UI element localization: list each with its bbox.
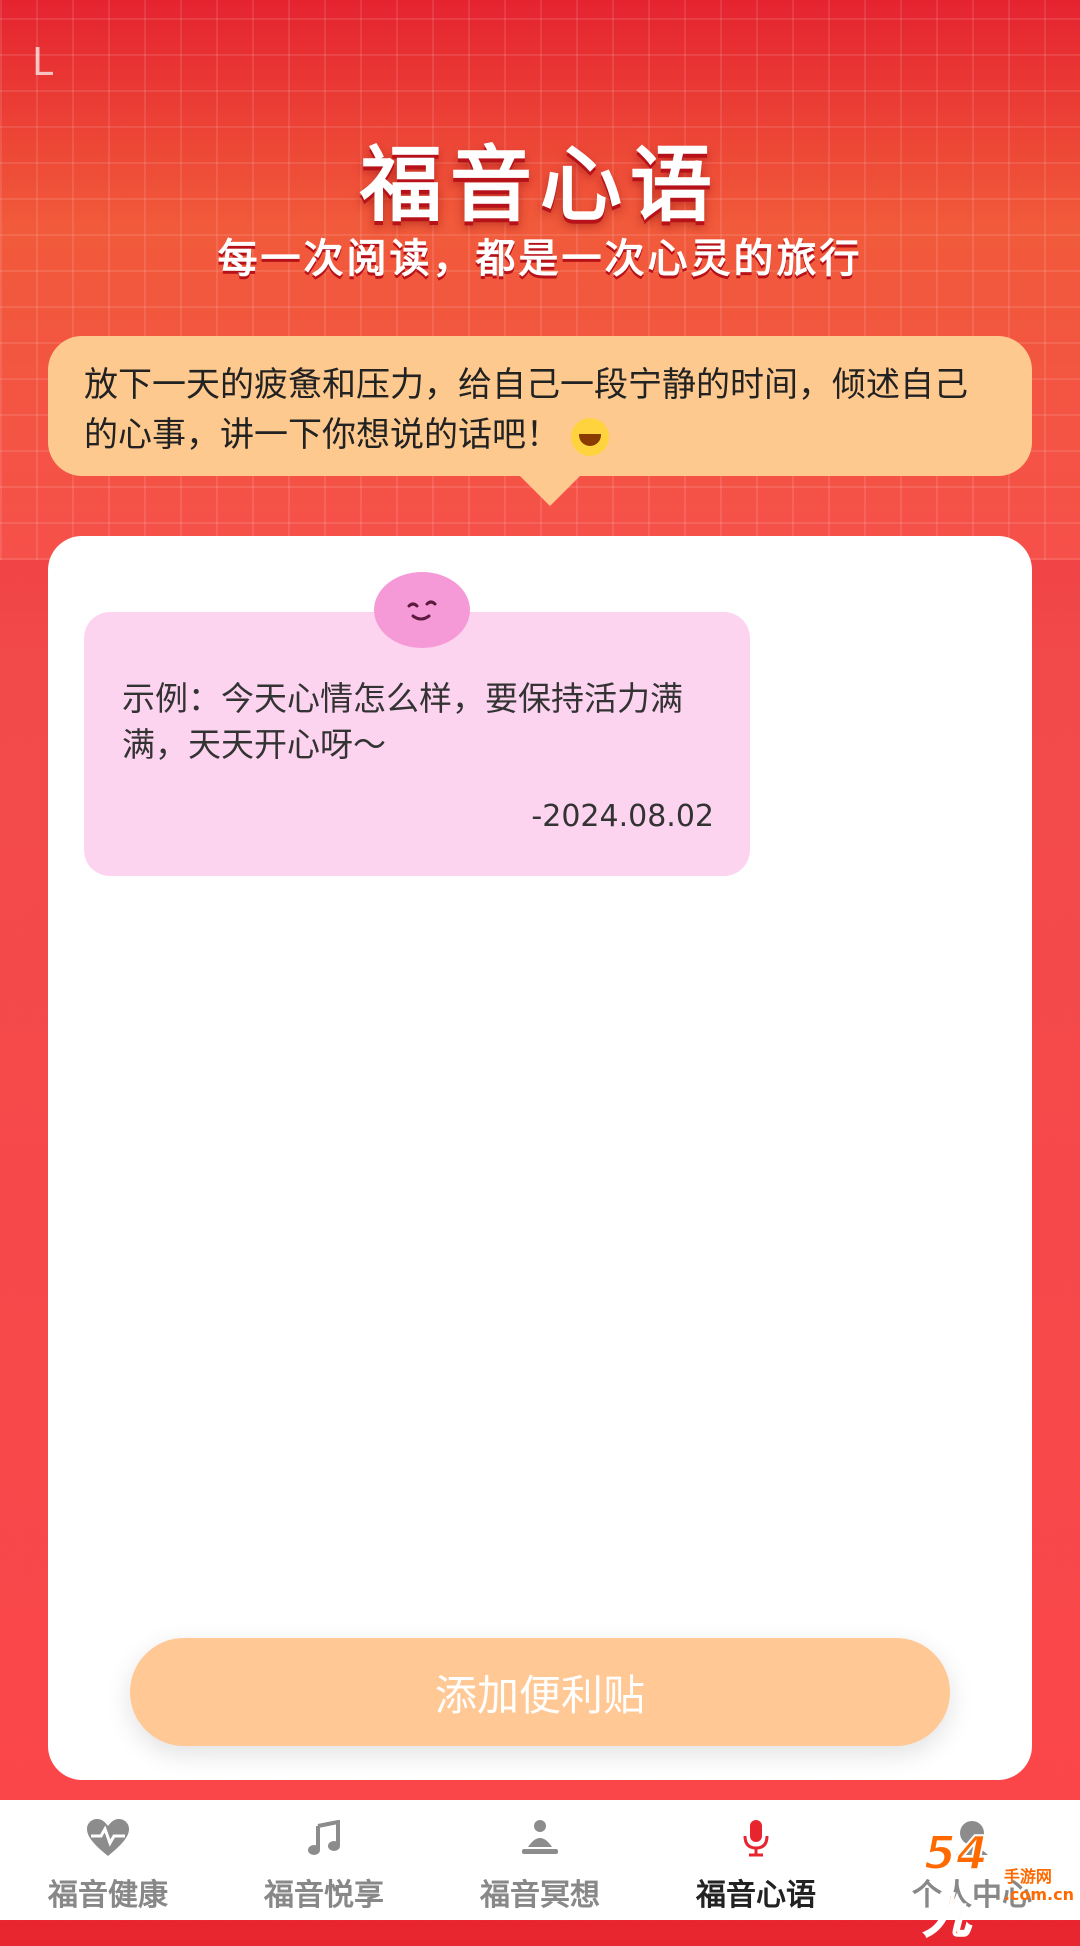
corner-mark: L: [32, 40, 54, 84]
watermark-main: 54九: [923, 1825, 989, 1944]
tab-health[interactable]: 福音健康: [0, 1800, 216, 1920]
prompt-bubble: 放下一天的疲惫和压力，给自己一段宁静的时间，倾述自己的心事，讲一下你想说的话吧！: [48, 336, 1032, 476]
add-sticky-note-button[interactable]: 添加便利贴: [130, 1638, 950, 1746]
page-subtitle: 每一次阅读，都是一次心灵的旅行: [217, 236, 863, 282]
tab-label: 福音心语: [696, 1878, 816, 1913]
smiling-face-icon: [374, 572, 470, 648]
music-note-icon: [300, 1814, 348, 1862]
prompt-text: 放下一天的疲惫和压力，给自己一段宁静的时间，倾述自己的心事，讲一下你想说的话吧！: [84, 365, 968, 455]
bottom-tab-bar: 福音健康 福音悦享 福音冥想 福音心语 个人中心: [0, 1800, 1080, 1920]
site-watermark: 54九 手游网 .com.cn: [923, 1825, 1074, 1944]
tab-music[interactable]: 福音悦享: [216, 1800, 432, 1920]
tab-label: 福音悦享: [264, 1878, 384, 1913]
meditation-icon: [516, 1814, 564, 1862]
notes-panel: 示例：今天心情怎么样，要保持活力满满，天天开心呀～ -2024.08.02 添加…: [48, 536, 1032, 1780]
watermark-side-bottom: .com.cn: [1003, 1885, 1074, 1904]
tab-heart-words[interactable]: 福音心语: [648, 1800, 864, 1920]
grinning-face-emoji-icon: [570, 417, 609, 456]
page-title: 福音心语: [359, 138, 720, 233]
tab-label: 福音冥想: [480, 1878, 600, 1913]
watermark-side-top: 手游网: [1003, 1867, 1052, 1886]
microphone-icon: [732, 1814, 780, 1862]
sticky-note[interactable]: 示例：今天心情怎么样，要保持活力满满，天天开心呀～ -2024.08.02: [84, 572, 750, 876]
heart-pulse-icon: [84, 1814, 132, 1862]
tab-label: 福音健康: [48, 1878, 168, 1913]
watermark-side: 手游网 .com.cn: [1004, 1868, 1074, 1904]
note-date: -2024.08.02: [531, 799, 714, 834]
note-text: 示例：今天心情怎么样，要保持活力满满，天天开心呀～: [122, 679, 683, 764]
prompt-bubble-tail: [520, 476, 580, 506]
tab-meditation[interactable]: 福音冥想: [432, 1800, 648, 1920]
